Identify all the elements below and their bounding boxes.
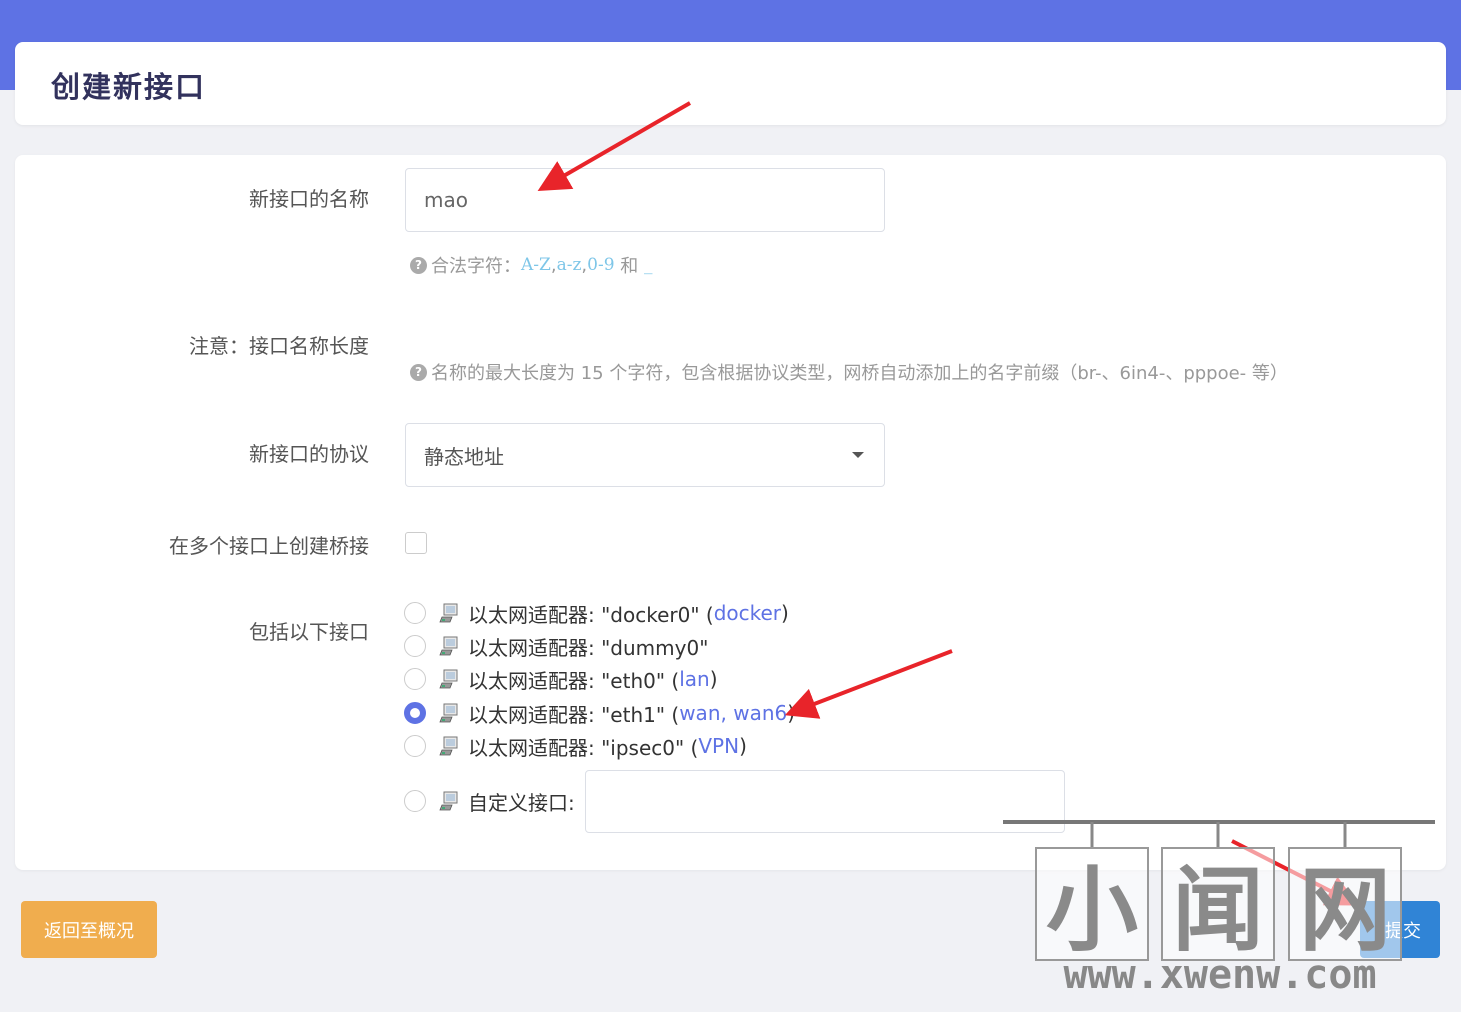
bridge-checkbox[interactable] [405, 532, 427, 554]
page-title: 创建新接口 [51, 70, 207, 104]
interface-networks[interactable]: wan, wan6 [679, 701, 787, 725]
interface-name: 以太网适配器: "docker0" ( [468, 602, 714, 627]
legal-chars-uppercase: A-Z [521, 255, 551, 275]
interface-name: 以太网适配器: "dummy0" [468, 635, 709, 660]
interface-networks[interactable]: lan [679, 667, 710, 691]
legal-chars-digits: 0-9 [587, 255, 615, 275]
interface-networks[interactable]: VPN [698, 734, 739, 758]
interface-radio[interactable] [404, 790, 426, 812]
name-help: ? 合法字符： A-Z, a-z, 0-9 和 _ [410, 252, 653, 278]
back-to-overview-button[interactable]: 返回至概况 [21, 901, 157, 958]
legal-chars-and: 和 [614, 256, 644, 277]
watermark-char: 小 [1046, 857, 1138, 964]
name-label: 新接口的名称 [249, 187, 369, 211]
interface-name-value: mao [424, 188, 468, 212]
interface-radio[interactable] [404, 635, 426, 657]
interface-suffix: ) [781, 601, 789, 625]
question-circle-icon: ? [410, 256, 427, 274]
interface-name: 以太网适配器: "eth0" ( [468, 668, 680, 693]
interface-networks[interactable]: docker [714, 601, 781, 625]
interface-option-eth1[interactable]: 以太网适配器: "eth1" (wan, wan6) [404, 698, 795, 728]
create-interface-form: 新接口的名称 mao ? 合法字符： A-Z, a-z, 0-9 和 _ 注意：… [15, 155, 1446, 870]
note-label: 注意：接口名称长度 [189, 334, 369, 358]
caret-down-icon [852, 452, 864, 458]
interface-option-custom[interactable]: 自定义接口: [404, 786, 575, 816]
interface-radio[interactable] [404, 668, 426, 690]
protocol-select[interactable]: 静态地址 [405, 423, 885, 487]
ethernet-adapter-icon [439, 603, 458, 623]
interface-radio[interactable] [404, 735, 426, 757]
interface-option-eth0[interactable]: 以太网适配器: "eth0" (lan) [404, 664, 718, 694]
note-help: ? 名称的最大长度为 15 个字符，包含根据协议类型，网桥自动添加上的名字前缀（… [410, 359, 1288, 385]
ethernet-adapter-icon [439, 669, 458, 689]
interface-radio-selected[interactable] [404, 702, 426, 724]
note-help-text: 名称的最大长度为 15 个字符，包含根据协议类型，网桥自动添加上的名字前缀（br… [431, 363, 1288, 384]
watermark-char: 闻 [1172, 857, 1264, 964]
ethernet-adapter-icon [439, 636, 458, 656]
custom-interface-input[interactable] [585, 770, 1065, 833]
watermark-url: www.xwenw.com [1063, 952, 1376, 998]
name-help-prefix: 合法字符： [431, 256, 521, 277]
legal-chars-lowercase: a-z [556, 255, 582, 275]
interface-name: 以太网适配器: "ipsec0" ( [468, 735, 699, 760]
interface-radio[interactable] [404, 602, 426, 624]
question-circle-icon: ? [410, 363, 427, 381]
interface-suffix: ) [709, 667, 718, 691]
protocol-selected-value: 静态地址 [424, 444, 504, 469]
ethernet-adapter-icon [439, 703, 458, 723]
page-header: 创建新接口 [15, 42, 1446, 125]
ethernet-adapter-icon [439, 791, 458, 811]
bridge-label: 在多个接口上创建桥接 [169, 534, 369, 558]
interface-suffix: ) [787, 701, 796, 725]
protocol-label: 新接口的协议 [249, 442, 369, 466]
interface-option-ipsec0[interactable]: 以太网适配器: "ipsec0" (VPN) [404, 731, 747, 761]
custom-interface-label: 自定义接口: [468, 790, 575, 815]
interface-name: 以太网适配器: "eth1" ( [468, 702, 680, 727]
interface-name-input[interactable]: mao [405, 168, 885, 232]
interface-suffix: ) [739, 734, 747, 758]
submit-button[interactable]: 提交 [1360, 901, 1440, 958]
ethernet-adapter-icon [439, 736, 458, 756]
interface-option-dummy0[interactable]: 以太网适配器: "dummy0" [404, 631, 708, 661]
legal-chars-underscore: _ [644, 255, 653, 275]
interface-option-docker0[interactable]: 以太网适配器: "docker0" (docker) [404, 598, 789, 628]
interfaces-label: 包括以下接口 [249, 620, 369, 644]
